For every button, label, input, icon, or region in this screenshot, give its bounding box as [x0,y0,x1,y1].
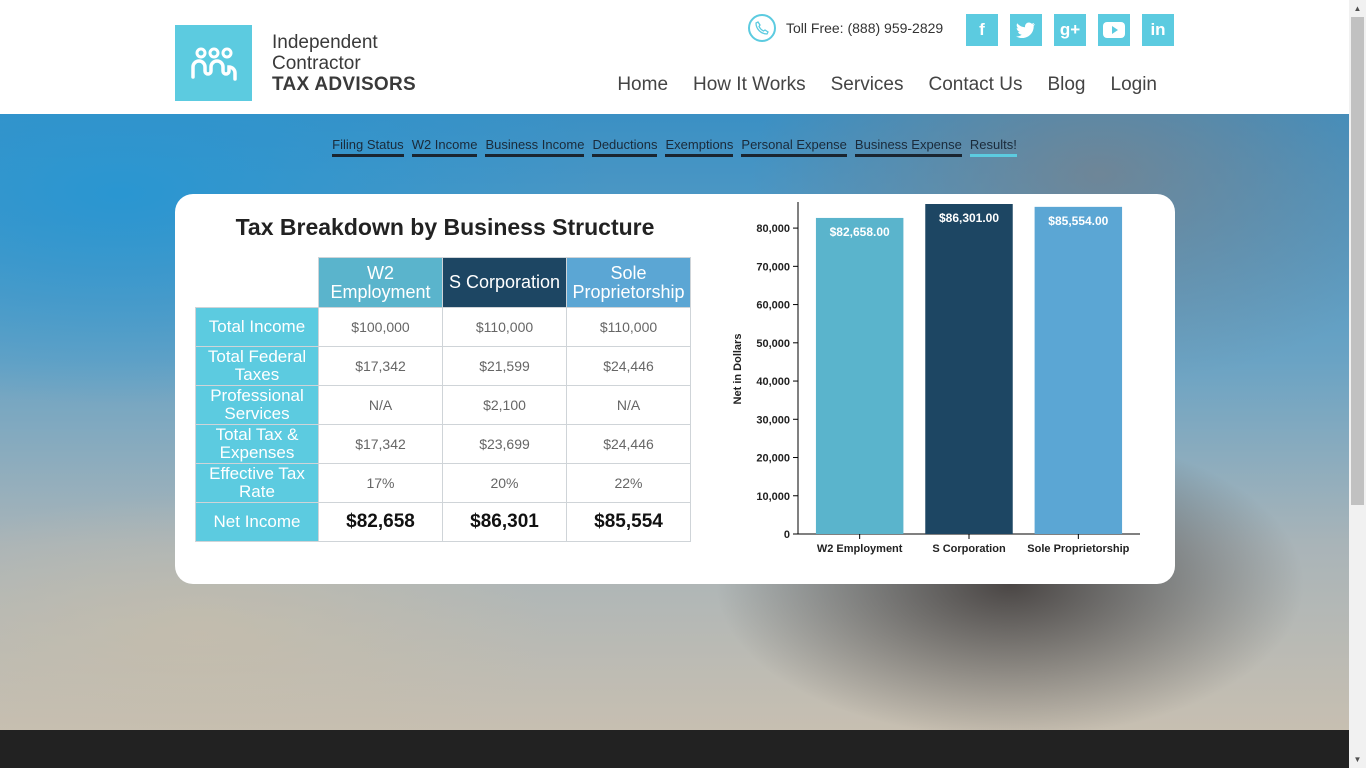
step-business-expense[interactable]: Business Expense [854,137,962,157]
footer-bar [0,730,1349,768]
logo-icon[interactable] [175,25,252,101]
table-row-net-income: Net Income $82,658 $86,301 $85,554 [195,502,691,542]
table-row: Total Income $100,000 $110,000 $110,000 [195,307,691,347]
x-tick-label: Sole Proprietorship [1027,543,1129,555]
wizard-steps: Filing Status W2 Income Business Income … [0,137,1349,157]
row-label: Effective Tax Rate [195,463,319,503]
twitter-icon[interactable] [1010,14,1042,46]
table-cell: 22% [566,463,691,503]
table-header-row: W2 Employment S Corporation Sole Proprie… [196,257,691,308]
bar-data-label: $82,658.00 [830,225,890,239]
table-cell: $86,301 [442,502,567,542]
youtube-icon[interactable] [1098,14,1130,46]
column-header-s-corp: S Corporation [442,257,567,308]
site-header: Independent Contractor TAX ADVISORS Toll… [0,0,1349,114]
phone-number: Toll Free: (888) 959-2829 [786,20,944,36]
row-label: Professional Services [195,385,319,425]
nav-how-it-works[interactable]: How It Works [693,74,806,96]
bar-2 [925,204,1013,534]
row-label: Net Income [195,502,319,542]
vertical-scrollbar[interactable]: ▲ ▼ [1349,0,1366,768]
y-tick-label: 0 [784,529,790,541]
y-tick-label: 40,000 [756,376,790,388]
table-row: Professional Services N/A $2,100 N/A [195,385,691,425]
table-cell: $23,699 [442,424,567,464]
table-cell: N/A [566,385,691,425]
y-axis-label: Net in Dollars [732,334,744,405]
row-label: Total Federal Taxes [195,346,319,386]
scroll-down-arrow-icon[interactable]: ▼ [1349,751,1366,768]
y-tick-label: 60,000 [756,300,790,312]
step-filing-status[interactable]: Filing Status [332,137,404,157]
nav-home[interactable]: Home [617,74,668,96]
table-row: Effective Tax Rate 17% 20% 22% [195,463,691,503]
linkedin-icon[interactable]: in [1142,14,1174,46]
y-tick-label: 10,000 [756,491,790,503]
nav-login[interactable]: Login [1111,74,1158,96]
logo-wordmark[interactable]: Independent Contractor TAX ADVISORS [272,32,416,95]
x-tick-label: S Corporation [932,543,1006,555]
logo-line-3: TAX ADVISORS [272,74,417,95]
nav-blog[interactable]: Blog [1047,74,1085,96]
table-cell: N/A [318,385,443,425]
scroll-thumb[interactable] [1351,17,1364,505]
step-w2-income[interactable]: W2 Income [411,137,478,157]
table-cell: 20% [442,463,567,503]
table-cell: 17% [318,463,443,503]
card-title: Tax Breakdown by Business Structure [235,214,655,240]
bar-data-label: $85,554.00 [1048,214,1108,228]
tax-breakdown-table: W2 Employment S Corporation Sole Proprie… [195,257,691,542]
table-cell: $110,000 [566,307,691,347]
step-exemptions[interactable]: Exemptions [665,137,734,157]
net-income-bar-chart: 0 10,000 20,000 30,000 40,000 50,000 60,000 70,… [732,202,1140,555]
table-cell: $17,342 [318,424,443,464]
row-label: Total Tax & Expenses [195,424,319,464]
table-cell: $21,599 [442,346,567,386]
bar-3 [1034,206,1123,535]
x-tick-label: W2 Employment [817,543,903,555]
y-tick-label: 70,000 [756,261,790,273]
google-plus-icon[interactable]: g+ [1054,14,1086,46]
table-row: Total Tax & Expenses $17,342 $23,699 $24… [195,424,691,464]
y-tick-label: 30,000 [756,414,790,426]
nav-services[interactable]: Services [831,74,904,96]
y-tick-label: 80,000 [756,223,790,235]
table-cell: $85,554 [566,502,691,542]
logo-line-1: Independent [272,32,378,53]
table-cell: $110,000 [442,307,567,347]
nav-contact-us[interactable]: Contact Us [928,74,1022,96]
table-corner [196,258,319,308]
scroll-up-arrow-icon[interactable]: ▲ [1349,0,1366,17]
column-header-sole-prop: Sole Proprietorship [566,257,691,308]
step-business-income[interactable]: Business Income [485,137,585,157]
bar-data-label: $86,301.00 [939,211,999,225]
phone-contact[interactable]: Toll Free: (888) 959-2829 [748,14,943,42]
step-personal-expense[interactable]: Personal Expense [741,137,847,157]
logo-line-2: Contractor [272,53,361,74]
main-nav: Home How It Works Services Contact Us Bl… [617,74,1157,96]
y-tick-label: 20,000 [756,453,790,465]
table-cell: $24,446 [566,346,691,386]
row-label: Total Income [195,307,319,347]
table-cell: $17,342 [318,346,443,386]
step-deductions[interactable]: Deductions [592,137,658,157]
table-cell: $82,658 [318,502,443,542]
table-cell: $24,446 [566,424,691,464]
social-links: f g+ in [966,14,1174,46]
table-cell: $2,100 [442,385,567,425]
facebook-icon[interactable]: f [966,14,998,46]
phone-icon [748,14,776,42]
step-results[interactable]: Results! [969,137,1017,157]
column-header-w2: W2 Employment [318,257,443,308]
table-row: Total Federal Taxes $17,342 $21,599 $24,… [195,346,691,386]
y-tick-label: 50,000 [756,338,790,350]
table-cell: $100,000 [318,307,443,347]
bar-1 [815,217,904,535]
